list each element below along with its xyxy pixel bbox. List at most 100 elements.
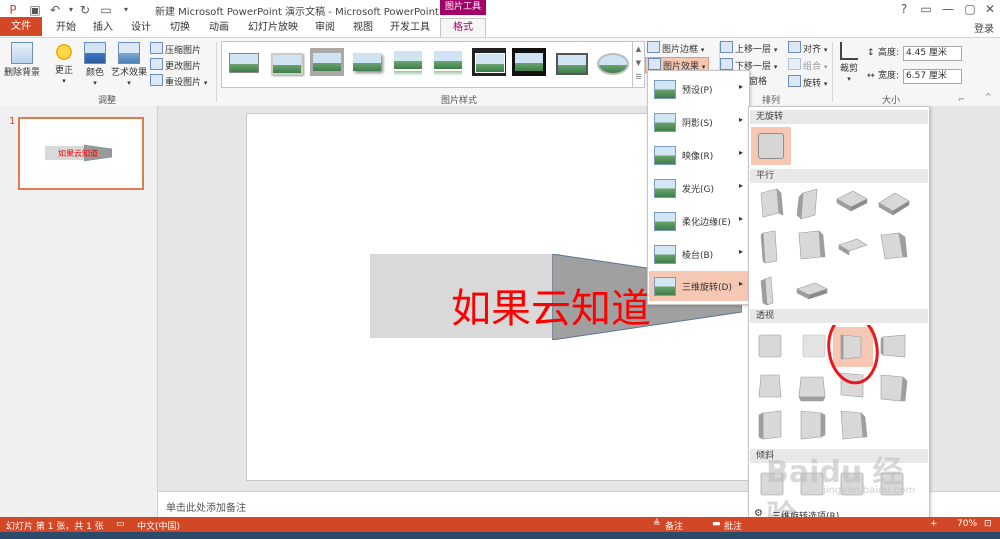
change-picture-button[interactable]: 更改图片: [150, 58, 201, 72]
comments-icon: ▬: [712, 519, 721, 529]
align-button[interactable]: 对齐 ▾: [788, 41, 827, 55]
width-input[interactable]: 6.57 厘米: [903, 69, 962, 84]
chevron-right-icon: ▸: [738, 82, 743, 91]
parallel-presets[interactable]: [749, 185, 929, 307]
picture-border-button[interactable]: 图片边框 ▾: [647, 41, 704, 55]
maximize-button[interactable]: ▢: [959, 1, 981, 18]
minimize-button[interactable]: —: [937, 1, 959, 18]
save-icon[interactable]: ▣: [27, 2, 43, 18]
chevron-right-icon: ▸: [738, 279, 743, 288]
tab-format[interactable]: 格式: [440, 18, 486, 38]
perspective-presets[interactable]: [749, 325, 929, 447]
style-thumb[interactable]: [310, 48, 344, 76]
tab-animations[interactable]: 动画: [205, 19, 233, 36]
picture-styles-gallery: ▲ ▼ ☰: [221, 41, 645, 88]
no-rotation-option[interactable]: [751, 127, 791, 165]
group-button[interactable]: 组合 ▾: [788, 58, 827, 72]
slide-text[interactable]: 如果云知道: [451, 276, 651, 334]
width-label: 宽度:: [878, 71, 900, 81]
style-thumb[interactable]: [391, 48, 425, 76]
comments-toggle[interactable]: 批注: [724, 519, 742, 532]
login-link[interactable]: 登录: [974, 20, 994, 35]
menu-item-glow[interactable]: 发光(G) ▸: [649, 173, 748, 203]
close-button[interactable]: ✕: [979, 1, 1000, 18]
slide-number: 1: [9, 116, 16, 127]
notes-toggle[interactable]: 备注: [665, 519, 683, 532]
tab-design[interactable]: 设计: [127, 19, 155, 36]
reset-picture-button[interactable]: 重设图片 ▾: [150, 74, 207, 88]
slide-thumbnail[interactable]: 如果云知道: [18, 117, 144, 190]
tab-view[interactable]: 视图: [349, 19, 377, 36]
chevron-down-icon: ▾: [773, 63, 778, 71]
customize-toolbar-icon[interactable]: ▾: [118, 2, 134, 18]
proofing-icon[interactable]: ▭: [116, 519, 125, 529]
ribbon-display-icon[interactable]: ▭: [915, 1, 937, 18]
style-thumb[interactable]: [431, 48, 465, 76]
bring-forward-label: 上移一层: [735, 45, 772, 55]
menu-item-label: 发光(G): [682, 185, 714, 195]
tab-developer[interactable]: 开发工具: [388, 19, 432, 36]
align-icon: [788, 41, 801, 53]
crop-icon: [840, 42, 858, 60]
zoom-slider-icon[interactable]: +: [930, 519, 938, 529]
remove-background-label: 删除背景: [3, 68, 40, 78]
rotate-label: 旋转: [803, 79, 822, 89]
picture-tools-label: 图片工具: [440, 0, 486, 15]
style-thumb[interactable]: [350, 48, 384, 76]
tab-transitions[interactable]: 切换: [166, 19, 194, 36]
gallery-scroll[interactable]: ▲ ▼ ☰: [632, 42, 644, 87]
fit-window-icon[interactable]: ⊡: [984, 519, 992, 529]
style-thumb[interactable]: [594, 48, 629, 76]
selection-pane-button[interactable]: 窗格: [749, 75, 767, 89]
menu-item-soft-edges[interactable]: 柔化边缘(E) ▸: [649, 206, 748, 236]
menu-item-shadow[interactable]: 阴影(S) ▸: [649, 107, 748, 137]
color-button[interactable]: 颜色 ▾: [82, 42, 108, 88]
redo-icon[interactable]: ↻: [77, 2, 93, 18]
crop-button[interactable]: 裁剪 ▾: [836, 42, 862, 84]
picture-effects-icon: [648, 58, 661, 70]
collapse-ribbon-icon[interactable]: ^: [985, 92, 992, 101]
color-picture-icon: [84, 42, 106, 64]
rotate-button[interactable]: 旋转 ▾: [788, 75, 827, 89]
size-group-label: 大小: [882, 96, 901, 106]
zoom-level[interactable]: 70%: [957, 519, 977, 529]
language-status[interactable]: 中文(中国): [137, 519, 180, 532]
compress-pictures-button[interactable]: 压缩图片: [150, 42, 201, 56]
remove-background-icon: [11, 42, 33, 64]
style-thumb[interactable]: [472, 48, 506, 76]
style-thumb[interactable]: [268, 48, 303, 76]
tab-file[interactable]: 文件: [0, 17, 42, 36]
tab-slideshow[interactable]: 幻灯片放映: [245, 19, 301, 36]
chevron-right-icon: ▸: [738, 247, 743, 256]
bring-forward-button[interactable]: 上移一层 ▾: [720, 41, 777, 55]
arrange-group-label: 排列: [762, 96, 781, 106]
no-rotation-cube: [758, 133, 784, 159]
remove-background-button[interactable]: 删除背景: [2, 42, 42, 78]
chevron-down-icon: ▾: [823, 46, 828, 54]
tab-insert[interactable]: 插入: [89, 19, 117, 36]
menu-item-bevel[interactable]: 棱台(B) ▸: [649, 239, 748, 269]
size-dialog-launcher-icon[interactable]: ⌐: [958, 95, 965, 104]
slideshow-icon[interactable]: ▭: [98, 2, 114, 18]
height-input[interactable]: 4.45 厘米: [903, 46, 962, 61]
picture-styles-group-label: 图片样式: [441, 96, 478, 106]
style-thumb[interactable]: [226, 48, 260, 76]
style-thumb[interactable]: [512, 48, 546, 76]
tab-home[interactable]: 开始: [52, 19, 80, 36]
menu-item-3d-rotation[interactable]: 三维旋转(D) ▸: [649, 271, 748, 301]
undo-icon[interactable]: ↶: [47, 2, 63, 18]
artistic-effects-button[interactable]: 艺术效果 ▾: [110, 42, 148, 88]
parallel-header: 平行: [750, 169, 928, 183]
help-icon[interactable]: ?: [893, 1, 915, 18]
menu-item-reflection[interactable]: 映像(R) ▸: [649, 140, 748, 170]
corrections-button[interactable]: 更正 ▾: [50, 42, 78, 86]
tab-review[interactable]: 审阅: [311, 19, 339, 36]
chevron-right-icon: ▸: [738, 115, 743, 124]
group-divider: [216, 42, 217, 102]
chevron-down-icon: ▾: [700, 46, 705, 54]
menu-item-preset[interactable]: 预设(P) ▸: [649, 74, 748, 104]
status-bar: 幻灯片 第 1 张，共 1 张 ▭ 中文(中国) ≜ 备注 ▬ 批注 + 70%…: [0, 517, 1000, 532]
style-thumb[interactable]: [553, 48, 588, 76]
glow-icon: [654, 179, 676, 198]
height-icon: ↕: [867, 48, 875, 58]
